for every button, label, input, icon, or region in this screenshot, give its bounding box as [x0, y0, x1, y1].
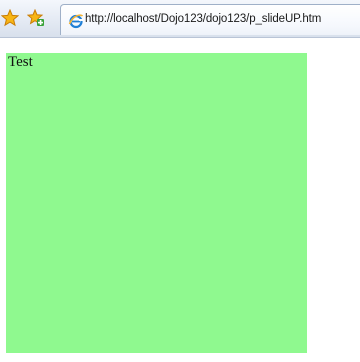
tab-title: http://localhost/Dojo123/dojo123/p_slide… — [85, 13, 322, 25]
browser-toolbar: http://localhost/Dojo123/dojo123/p_slide… — [0, 0, 360, 38]
panel-text: Test — [8, 54, 33, 70]
add-to-favorites-icon[interactable] — [26, 8, 46, 28]
page-content: Test — [0, 38, 360, 362]
slide-panel: Test — [6, 53, 307, 353]
ie-page-icon — [68, 13, 84, 29]
browser-tab[interactable]: http://localhost/Dojo123/dojo123/p_slide… — [60, 4, 360, 35]
star-icon[interactable] — [0, 8, 20, 28]
